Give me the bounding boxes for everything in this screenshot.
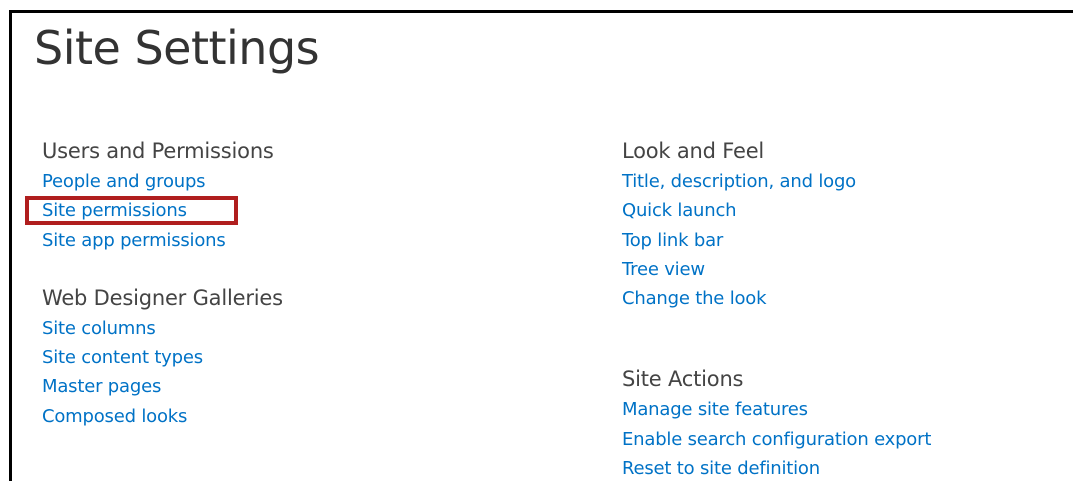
list-item: Enable search configuration export: [622, 425, 1073, 454]
list-item: Site columns: [42, 314, 522, 343]
section-heading-web-designer-galleries: Web Designer Galleries: [42, 285, 283, 310]
title-description-logo-link[interactable]: Title, description, and logo: [622, 171, 856, 192]
list-item: Quick launch: [622, 196, 1073, 225]
list-item: Master pages: [42, 372, 522, 401]
site-columns-link[interactable]: Site columns: [42, 318, 156, 339]
section-web-designer-galleries: Web Designer Galleries Site columns Site…: [42, 283, 522, 431]
link-list-users-and-permissions: People and groups Site permissions Site …: [42, 167, 522, 255]
list-item: Site app permissions: [42, 226, 522, 255]
link-list-look-and-feel: Title, description, and logo Quick launc…: [622, 167, 1073, 313]
list-item: Tree view: [622, 255, 1073, 284]
manage-site-features-link[interactable]: Manage site features: [622, 399, 808, 420]
list-item: Reset to site definition: [622, 454, 1073, 483]
change-the-look-link[interactable]: Change the look: [622, 288, 767, 309]
site-content-types-link[interactable]: Site content types: [42, 347, 203, 368]
list-item: Site content types: [42, 343, 522, 372]
list-item: Site permissions: [42, 196, 522, 225]
list-item: Title, description, and logo: [622, 167, 1073, 196]
link-list-site-actions: Manage site features Enable search confi…: [622, 395, 1073, 483]
composed-looks-link[interactable]: Composed looks: [42, 406, 187, 427]
reset-to-site-definition-link[interactable]: Reset to site definition: [622, 458, 820, 479]
section-heading-look-and-feel: Look and Feel: [622, 139, 765, 163]
people-and-groups-link[interactable]: People and groups: [42, 171, 206, 192]
enable-search-configuration-export-link[interactable]: Enable search configuration export: [622, 429, 931, 450]
section-users-and-permissions: Users and Permissions People and groups …: [42, 136, 522, 255]
frame-top-border: [9, 10, 1073, 13]
section-look-and-feel: Look and Feel Title, description, and lo…: [622, 136, 1073, 313]
section-heading-site-actions: Site Actions: [622, 367, 744, 392]
site-app-permissions-link[interactable]: Site app permissions: [42, 230, 226, 251]
section-heading-users-and-permissions: Users and Permissions: [42, 139, 274, 163]
master-pages-link[interactable]: Master pages: [42, 376, 161, 397]
list-item: Top link bar: [622, 226, 1073, 255]
list-item: People and groups: [42, 167, 522, 196]
list-item: Composed looks: [42, 402, 522, 431]
page-title: Site Settings: [34, 21, 320, 75]
site-permissions-link[interactable]: Site permissions: [42, 200, 187, 221]
link-list-web-designer-galleries: Site columns Site content types Master p…: [42, 314, 522, 431]
left-column: Users and Permissions People and groups …: [42, 136, 522, 431]
list-item: Change the look: [622, 284, 1073, 313]
right-column: Look and Feel Title, description, and lo…: [622, 136, 1073, 483]
tree-view-link[interactable]: Tree view: [622, 259, 705, 280]
quick-launch-link[interactable]: Quick launch: [622, 200, 737, 221]
top-link-bar-link[interactable]: Top link bar: [622, 230, 723, 251]
section-site-actions: Site Actions Manage site features Enable…: [622, 364, 1073, 483]
list-item: Manage site features: [622, 395, 1073, 424]
frame-left-border: [9, 10, 12, 481]
